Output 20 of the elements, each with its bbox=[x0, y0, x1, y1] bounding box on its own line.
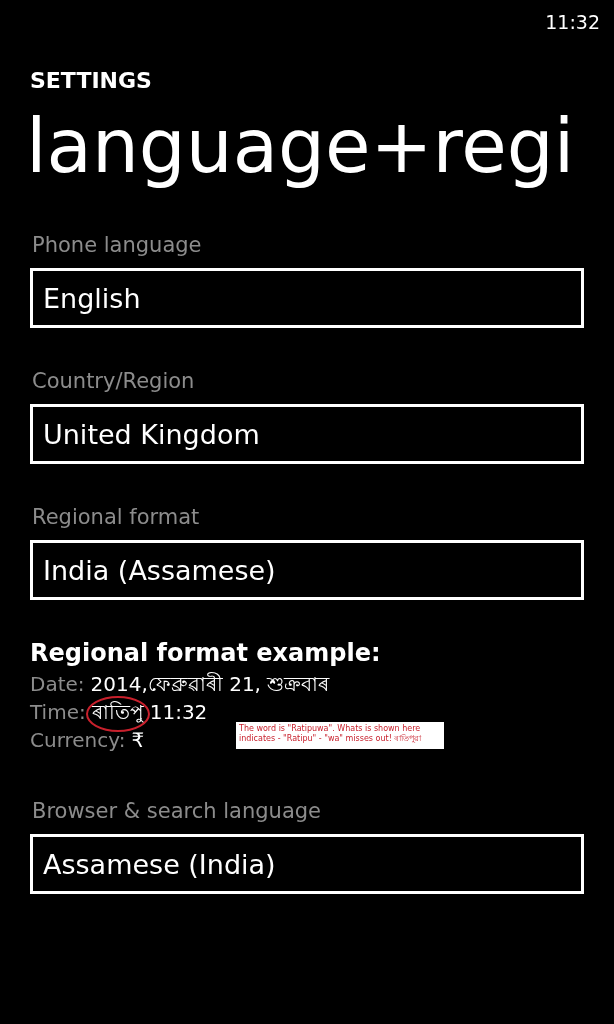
picker-field[interactable]: Assamese (India) bbox=[30, 834, 584, 894]
field-label: Browser & search language bbox=[32, 798, 323, 824]
example-value: ৰাতিপু bbox=[91, 698, 144, 726]
picker-field[interactable]: India (Assamese) bbox=[30, 540, 584, 600]
example-label: Date: bbox=[30, 671, 85, 698]
page-title: language+regi bbox=[26, 102, 575, 191]
example-value: ₹ bbox=[131, 727, 145, 754]
annotation-note: The word is "Ratipuwa". Whats is shown here indicates - "Ratipu" - "wa" misses out! ৰাতিপুৱা bbox=[236, 722, 444, 749]
example-label: Time: bbox=[30, 699, 86, 726]
section-heading: Regional format example: bbox=[30, 638, 382, 668]
field-label: Regional format bbox=[32, 504, 201, 530]
example-value: 2014,ফেব্ৰুৱাৰী 21, শুক্ৰবাৰ bbox=[90, 671, 330, 698]
field-label: Country/Region bbox=[32, 368, 196, 394]
status-time: 11:32 bbox=[545, 11, 600, 33]
picker-field[interactable]: United Kingdom bbox=[30, 404, 584, 464]
field-label: Phone language bbox=[32, 232, 203, 258]
example-label: Currency: bbox=[30, 727, 126, 754]
picker-field[interactable]: English bbox=[30, 268, 584, 328]
example-value: 11:32 bbox=[149, 699, 208, 726]
app-title: SETTINGS bbox=[30, 67, 153, 95]
